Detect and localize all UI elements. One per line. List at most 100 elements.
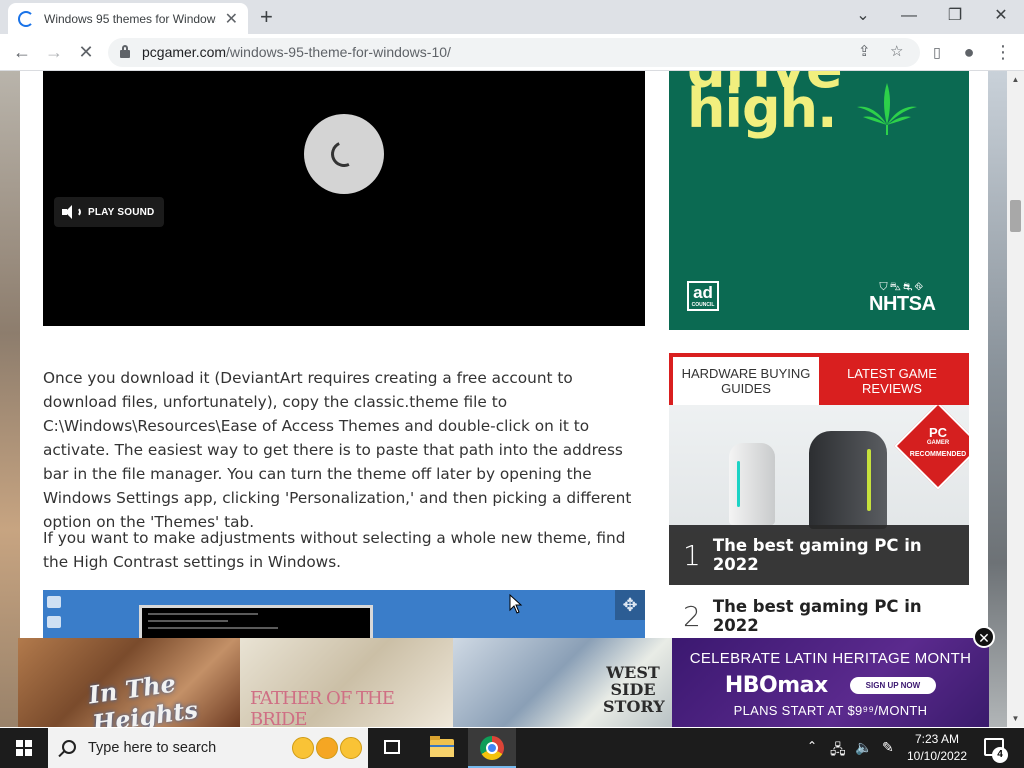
- nhtsa-logo: ⛉⛍⛐⛗ NHTSA: [869, 281, 936, 315]
- notification-count-badge: 4: [992, 747, 1008, 763]
- tab-title: Windows 95 themes for Windows 10: [44, 11, 216, 26]
- tab-strip: Windows 95 themes for Windows 10 ✕ + ⌄ —…: [0, 0, 1024, 34]
- search-highlight-emoji-icon: [316, 737, 338, 759]
- bottom-banner-ad[interactable]: In The Heights FATHER OF THE BRIDE WEST …: [18, 638, 989, 727]
- url-domain: pcgamer.com: [142, 44, 227, 60]
- forward-button[interactable]: →: [41, 40, 67, 64]
- folder-icon: [430, 736, 454, 757]
- loading-spinner-icon: [18, 10, 34, 27]
- address-bar[interactable]: pcgamer.com/windows-95-theme-for-windows…: [108, 38, 920, 67]
- url-text[interactable]: pcgamer.com/windows-95-theme-for-windows…: [142, 44, 451, 60]
- minimize-button[interactable]: —: [886, 2, 932, 30]
- search-highlight-emoji-icon: [292, 737, 314, 759]
- poster-west-side-story: WEST SIDE STORY: [453, 638, 672, 727]
- search-placeholder: Type here to search: [88, 740, 217, 756]
- play-sound-button[interactable]: PLAY SOUND: [54, 197, 165, 227]
- tab-search-button[interactable]: ⌄: [840, 2, 886, 30]
- guide-rank: 2: [683, 599, 701, 633]
- new-tab-button[interactable]: +: [260, 5, 273, 29]
- side-panel-icon[interactable]: ▯: [924, 40, 950, 64]
- page-viewport: PLAY SOUND Once you download it (Deviant…: [0, 71, 1007, 727]
- scroll-down-arrow-icon[interactable]: ▼: [1007, 710, 1024, 727]
- vertical-scrollbar[interactable]: ▲ ▼: [1007, 71, 1024, 727]
- mouse-cursor-icon: [509, 594, 523, 614]
- start-button[interactable]: [0, 728, 48, 768]
- expand-image-icon[interactable]: ✥: [615, 590, 645, 620]
- back-button[interactable]: ←: [9, 40, 35, 64]
- black-pc-image: [809, 431, 887, 529]
- restore-button[interactable]: ❐: [932, 2, 978, 30]
- article-paragraph: If you want to make adjustments without …: [43, 529, 626, 571]
- nhtsa-word: NHTSA: [869, 293, 936, 315]
- tray-chevron-icon[interactable]: ⌃: [807, 739, 817, 753]
- article-paragraph: Once you download it (DeviantArt require…: [43, 369, 632, 531]
- menu-kebab-icon[interactable]: ⋮: [990, 40, 1016, 64]
- tab-latest-game-reviews[interactable]: LATEST GAME REVIEWS: [819, 357, 965, 405]
- clock-date: 10/10/2022: [906, 749, 968, 763]
- taskbar-search-box[interactable]: Type here to search: [48, 728, 368, 768]
- speaker-icon: [62, 204, 82, 220]
- close-window-button[interactable]: ✕: [978, 2, 1024, 30]
- badge-sub: GAMER: [926, 440, 950, 446]
- search-highlight-emoji-icon: [340, 737, 362, 759]
- clock-time: 7:23 AM: [914, 732, 960, 746]
- guide-title[interactable]: The best gaming PC in 2022: [713, 536, 969, 574]
- network-icon[interactable]: 🖧: [830, 739, 846, 763]
- url-path: /windows-95-theme-for-windows-10/: [226, 44, 451, 60]
- white-pc-image: [729, 443, 775, 525]
- guide-item-1[interactable]: 1 The best gaming PC in 2022: [669, 525, 969, 585]
- poster-in-the-heights: In The Heights: [18, 638, 240, 727]
- video-loading-icon: [304, 114, 384, 194]
- cannabis-leaf-icon: [857, 83, 917, 135]
- ad-council-word: ad: [693, 283, 713, 302]
- stop-loading-button[interactable]: ✕: [73, 40, 99, 64]
- play-sound-label: PLAY SOUND: [88, 206, 155, 218]
- browser-toolbar: ← → ✕ pcgamer.com/windows-95-theme-for-w…: [0, 34, 1024, 71]
- task-view-icon: [384, 740, 400, 754]
- close-banner-icon[interactable]: ✕: [973, 626, 995, 648]
- poster-title: WEST SIDE STORY: [603, 663, 665, 716]
- hbo-max-panel: CELEBRATE LATIN HERITAGE MONTH HBOmax SI…: [672, 638, 989, 727]
- taskbar-clock[interactable]: 7:23 AM 10/10/2022: [906, 731, 968, 765]
- guide-hero-card[interactable]: PC GAMER RECOMMENDED 1 The best gaming P…: [669, 405, 969, 585]
- article-screenshot-image[interactable]: ✥: [43, 590, 645, 640]
- file-explorer-button[interactable]: [418, 728, 466, 768]
- page-content: PLAY SOUND Once you download it (Deviant…: [20, 71, 988, 727]
- scrollbar-thumb[interactable]: [1010, 200, 1021, 232]
- badge-label: RECOMMENDED: [909, 451, 967, 458]
- desktop-icon: [47, 596, 61, 608]
- chrome-taskbar-button[interactable]: [468, 728, 516, 768]
- ad-council-logo: ad COUNCIL: [687, 281, 719, 311]
- chrome-icon: [480, 736, 504, 760]
- sign-up-button[interactable]: SIGN UP NOW: [849, 677, 937, 694]
- tab-hardware-buying-guides[interactable]: HARDWARE BUYING GUIDES: [673, 357, 819, 405]
- search-icon: [62, 740, 76, 754]
- bookmark-star-icon[interactable]: ☆: [890, 42, 903, 60]
- badge-text: PC GAMER RECOMMENDED: [905, 426, 969, 460]
- hbo-max-logo: HBOmax: [724, 673, 828, 698]
- windows-logo-icon: [16, 740, 32, 756]
- guides-tabbar: HARDWARE BUYING GUIDES LATEST GAME REVIE…: [669, 353, 969, 405]
- background-art-left: [0, 71, 20, 727]
- video-player[interactable]: PLAY SOUND: [43, 71, 645, 326]
- task-view-button[interactable]: [368, 728, 416, 768]
- browser-tab[interactable]: Windows 95 themes for Windows 10 ✕: [8, 3, 248, 34]
- poster-title: In The Heights: [86, 668, 200, 727]
- ad-council-small: COUNCIL: [691, 302, 715, 308]
- share-icon[interactable]: ⇪: [858, 42, 871, 60]
- ad-headline: high.: [687, 77, 838, 140]
- tab-close-icon[interactable]: ✕: [225, 9, 238, 29]
- windows-taskbar: Type here to search ⌃ 🖧 🔈 ✎ 7:23 AM 10/1…: [0, 728, 1024, 768]
- sidebar-ad[interactable]: drive high. ad COUNCIL ⛉⛍⛐⛗ NHTSA: [669, 71, 969, 330]
- hbo-tagline: CELEBRATE LATIN HERITAGE MONTH: [689, 650, 972, 667]
- lock-icon[interactable]: [120, 45, 130, 58]
- guide-title[interactable]: The best gaming PC in 2022: [713, 597, 969, 635]
- pen-workspace-icon[interactable]: ✎: [882, 739, 894, 756]
- volume-icon[interactable]: 🔈: [855, 739, 872, 756]
- profile-avatar-icon[interactable]: ●: [956, 40, 982, 64]
- poster-title: FATHER OF THE BRIDE: [250, 688, 395, 727]
- command-prompt-window: [139, 605, 373, 640]
- scroll-up-arrow-icon[interactable]: ▲: [1007, 71, 1024, 88]
- guide-rank: 1: [683, 538, 701, 572]
- desktop-icon: [47, 616, 61, 628]
